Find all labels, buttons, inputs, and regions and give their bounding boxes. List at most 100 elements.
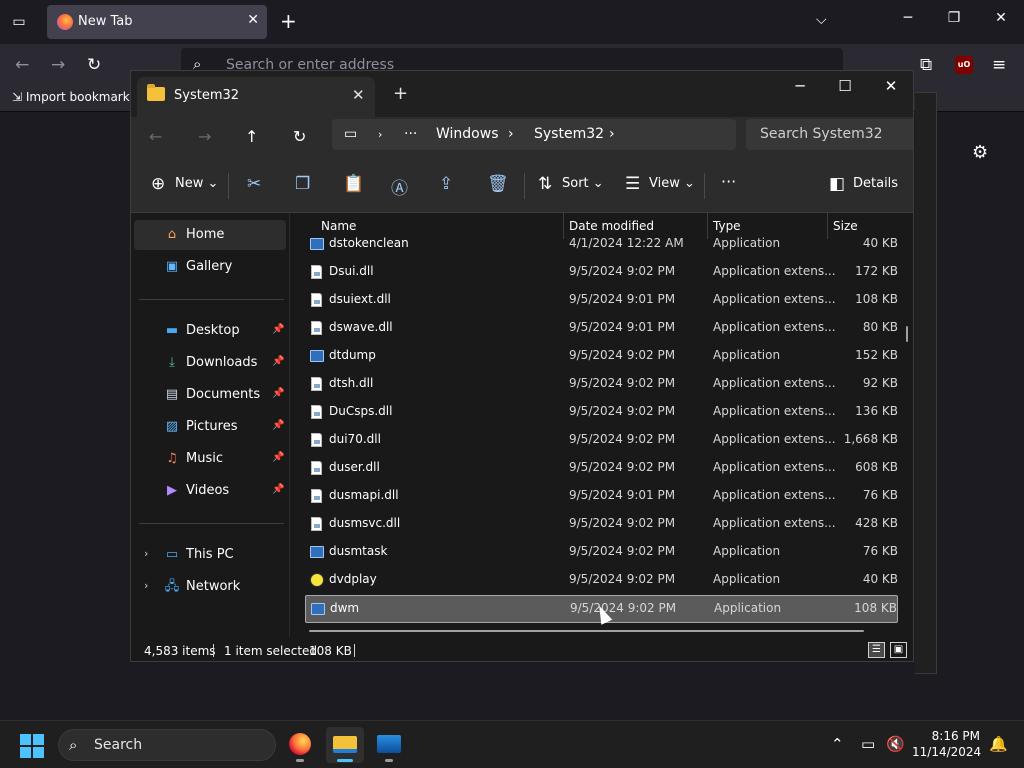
taskbar-app-firefox[interactable] [281,727,319,763]
chevron-right-icon[interactable]: › [609,126,615,142]
restore-icon[interactable]: ❐ [942,10,966,26]
table-row[interactable]: dswave.dll 9/5/2024 9:01 PM Application ex… [305,315,898,343]
sort-button[interactable]: Sort ⌄ [562,176,604,191]
nav-item-music[interactable]: ♫ Music 📌 [134,444,286,474]
search-input[interactable]: Search System32 [746,119,913,150]
table-row[interactable]: dtdump 9/5/2024 9:02 PM Application 152 KB [305,343,898,371]
chevron-right-icon[interactable]: › [144,547,148,560]
ellipsis-icon[interactable]: ··· [404,126,417,142]
close-icon[interactable]: ✕ [247,12,259,28]
pin-icon[interactable]: 📌 [272,324,284,335]
table-row[interactable]: dusmapi.dll 9/5/2024 9:01 PM Application e… [305,483,898,511]
more-options-icon[interactable]: ··· [721,172,736,191]
explorer-tab-system32[interactable]: System32 ✕ [137,77,375,117]
menu-icon[interactable]: ≡ [992,55,1006,75]
table-row[interactable]: DuCsps.dll 9/5/2024 9:02 PM Application ex… [305,399,898,427]
rename-icon[interactable]: Ⓐ [391,174,408,199]
delete-icon[interactable]: 🗑 [487,174,509,194]
nav-item-videos[interactable]: ▶ Videos 📌 [134,476,286,506]
import-bookmarks-link[interactable]: ⇲ Import bookmarks... [12,90,147,104]
vertical-scrollbar[interactable] [906,326,908,342]
cut-icon[interactable]: ✂ [247,174,261,194]
table-row[interactable]: Dsui.dll 9/5/2024 9:02 PM Application exte… [305,259,898,287]
chevron-up-icon[interactable]: ⌃ [831,735,844,753]
close-window-icon[interactable]: ✕ [873,77,909,95]
breadcrumb-windows[interactable]: Windows [436,126,499,142]
close-window-icon[interactable]: ✕ [989,10,1013,26]
back-arrow-icon[interactable]: ← [15,55,29,75]
chevron-right-icon[interactable]: › [378,128,382,141]
refresh-icon[interactable]: ↻ [293,127,306,146]
firefox-tab-new-tab[interactable]: New Tab ✕ [47,5,267,39]
reload-icon[interactable]: ↻ [87,55,101,75]
back-arrow-icon[interactable]: ← [149,127,162,146]
maximize-icon[interactable]: ☐ [827,77,863,95]
taskbar-app-monitor[interactable] [370,727,408,763]
new-tab-button[interactable]: + [280,10,297,32]
nav-item-this-pc[interactable]: › ▭ This PC [134,540,286,570]
ublock-origin-icon[interactable]: uO [955,56,973,74]
table-row[interactable]: dstokenclean 4/1/2024 12:22 AM Application… [305,231,898,259]
running-indicator [385,759,393,762]
pin-icon[interactable]: 📌 [272,356,284,367]
table-row[interactable]: dusmsvc.dll 9/5/2024 9:02 PM Application e… [305,511,898,539]
pin-icon[interactable]: 📌 [272,452,284,463]
nav-label: Home [186,227,225,242]
table-row[interactable]: dvdplay 9/5/2024 9:02 PM Application 40 KB [305,567,898,595]
extensions-icon[interactable]: ⧉ [920,55,932,75]
details-pane-icon[interactable]: ◧ [829,174,845,194]
paste-icon[interactable]: 📋 [343,174,364,194]
up-arrow-icon[interactable]: ↑ [245,127,258,146]
nav-item-home[interactable]: ⌂ Home [134,220,286,250]
forward-arrow-icon[interactable]: → [198,127,211,146]
system-clock[interactable]: 8:16 PM 11/14/2024 [912,728,981,760]
breadcrumb[interactable]: ▭ › ··· Windows › System32 › [332,119,736,150]
chevron-right-icon[interactable]: › [508,126,514,142]
view-icon[interactable]: ☰ [625,174,640,194]
pin-icon[interactable]: 📌 [272,388,284,399]
notification-bell-icon[interactable]: 🔔 [989,735,1008,753]
table-row[interactable]: duser.dll 9/5/2024 9:02 PM Application ext… [305,455,898,483]
details-button[interactable]: Details [853,176,898,191]
nav-item-network[interactable]: › 🖧 Network [134,572,286,602]
new-plus-icon[interactable]: ⊕ [151,174,165,194]
table-row[interactable]: dtsh.dll 9/5/2024 9:02 PM Application exte… [305,371,898,399]
taskbar-search-box[interactable]: ⌕ Search [58,729,276,761]
share-icon[interactable]: ⇪ [439,174,453,194]
table-row[interactable]: dui70.dll 9/5/2024 9:02 PM Application ext… [305,427,898,455]
nav-item-gallery[interactable]: ▣ Gallery [134,252,286,282]
windows-start-icon[interactable] [20,734,44,758]
minimize-icon[interactable]: ─ [896,10,920,26]
file-name: dstokenclean [329,236,409,250]
minimize-icon[interactable]: ─ [782,77,818,95]
new-button[interactable]: New ⌄ [175,176,218,191]
nav-item-pictures[interactable]: ▨ Pictures 📌 [134,412,286,442]
nav-item-desktop[interactable]: ▬ Desktop 📌 [134,316,286,346]
nav-label: Downloads [186,355,258,370]
network-status-icon[interactable]: ▭ [861,735,875,753]
new-tab-button[interactable]: + [393,84,408,104]
nav-item-documents[interactable]: ▤ Documents 📌 [134,380,286,410]
view-button[interactable]: View ⌄ [649,176,695,191]
forward-arrow-icon[interactable]: → [51,55,65,75]
nav-label: This PC [186,547,234,562]
table-row[interactable]: dusmtask 9/5/2024 9:02 PM Application 76 KB [305,539,898,567]
close-icon[interactable]: ✕ [352,86,365,104]
horizontal-scrollbar[interactable] [309,630,864,632]
tiles-view-icon[interactable]: ▣ [890,642,907,658]
breadcrumb-system32[interactable]: System32 [534,126,604,142]
volume-muted-icon[interactable]: 🔇 [886,735,905,753]
table-row[interactable]: dsuiext.dll 9/5/2024 9:01 PM Application e… [305,287,898,315]
taskbar-app-file-explorer[interactable] [326,727,364,763]
details-view-icon[interactable]: ☰ [868,642,885,658]
nav-item-downloads[interactable]: ⤓ Downloads 📌 [134,348,286,378]
sort-icon[interactable]: ⇅ [538,174,552,194]
copy-icon[interactable]: ❐ [295,174,310,194]
monitor-icon[interactable]: ▭ [344,126,357,142]
pin-icon[interactable]: 📌 [272,420,284,431]
gear-icon[interactable]: ⚙ [972,142,988,163]
chevron-right-icon[interactable]: › [144,579,148,592]
pin-icon[interactable]: 📌 [272,484,284,495]
chevron-down-icon[interactable]: ⌵ [816,12,827,28]
tab-list-icon[interactable]: ▭ [8,11,30,33]
